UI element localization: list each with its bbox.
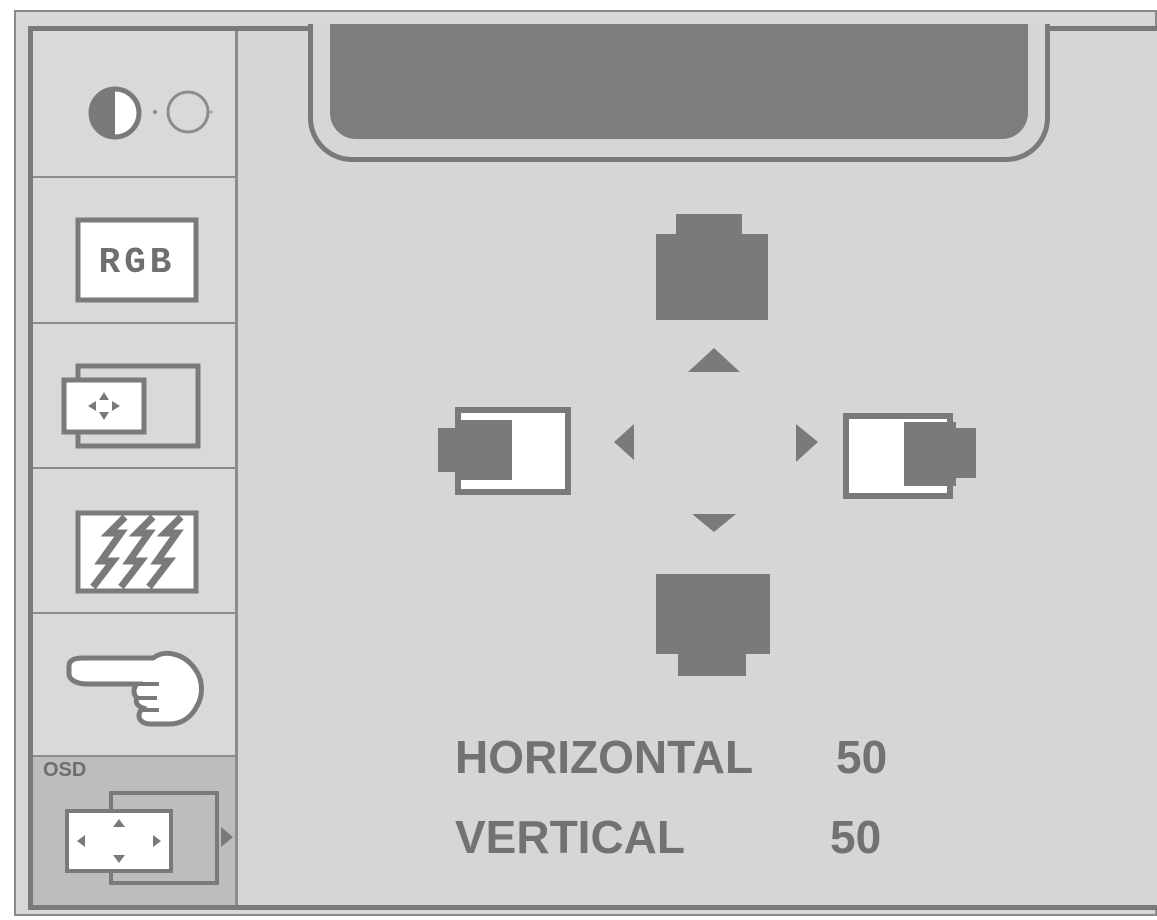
arrow-right-icon[interactable] [796, 424, 818, 462]
image-adjust-icon [75, 510, 199, 594]
position-diagram [438, 214, 976, 676]
arrow-down-icon[interactable] [692, 514, 736, 532]
sidebar-item-osd-position[interactable]: OSD [33, 757, 237, 905]
brightness-contrast-icon [88, 86, 213, 140]
move-up-block[interactable] [656, 214, 768, 320]
arrow-left-icon[interactable] [614, 424, 634, 460]
menu-sidebar: RGB OSD [33, 31, 237, 905]
move-right-block[interactable] [843, 413, 976, 499]
arrow-up-icon[interactable] [688, 348, 740, 372]
vertical-label: VERTICAL [455, 811, 685, 863]
move-left-block[interactable] [438, 407, 571, 495]
osd-label: OSD [43, 759, 87, 781]
sidebar-divider [235, 31, 238, 905]
sidebar-item-brightness-contrast[interactable] [33, 31, 237, 178]
rgb-label: RGB [99, 242, 176, 283]
vertical-value: 50 [830, 811, 882, 863]
horizontal-label: HORIZONTAL [455, 731, 754, 783]
screen-position-icon [61, 363, 201, 449]
pointing-hand-icon [66, 650, 204, 727]
sidebar-item-image-adjust[interactable] [33, 469, 237, 614]
rgb-icon: RGB [75, 217, 199, 303]
title-bar [330, 24, 1028, 139]
move-down-block[interactable] [656, 574, 770, 676]
sidebar-item-select[interactable] [33, 614, 237, 757]
horizontal-value: 50 [836, 731, 888, 783]
sidebar-item-position[interactable] [33, 324, 237, 469]
sidebar-item-rgb[interactable]: RGB [33, 178, 237, 324]
